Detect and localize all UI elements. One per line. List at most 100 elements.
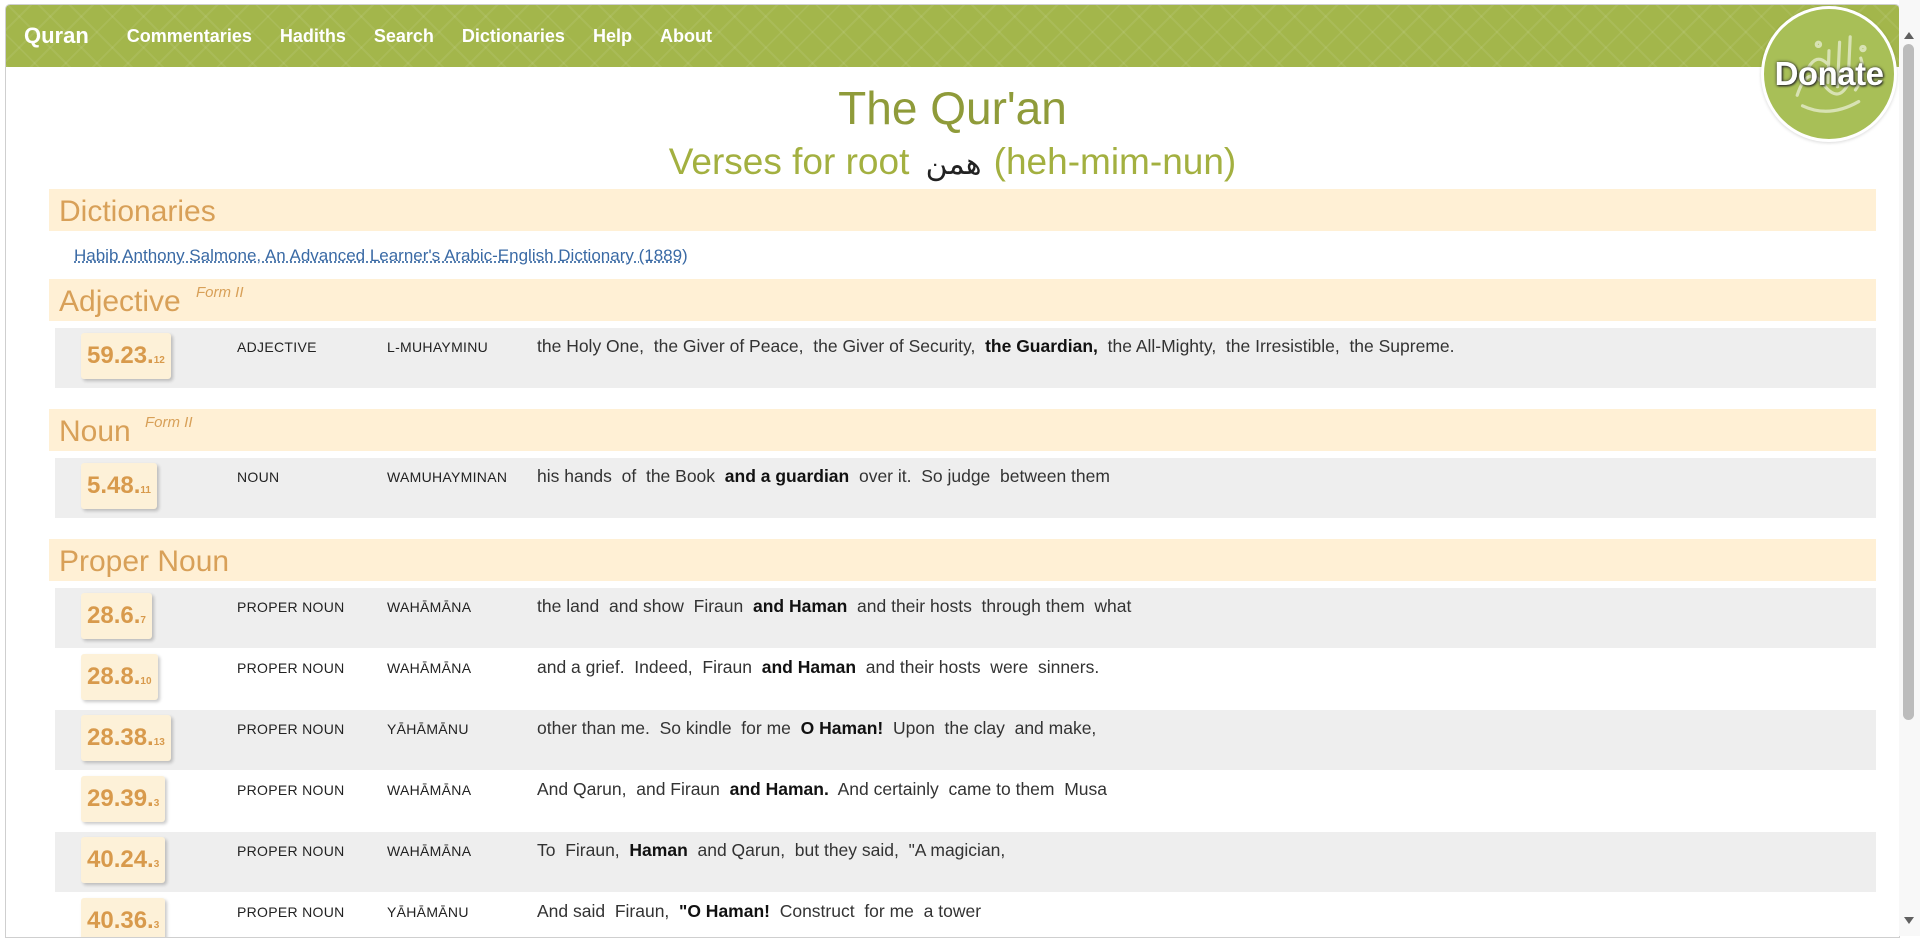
browser-viewport: Quran Commentaries Hadiths Search Dictio…: [5, 4, 1900, 938]
highlighted-word: Haman: [629, 840, 687, 860]
section-form-label: Form II: [145, 414, 193, 431]
verse-row: 28.38.13 PROPER NOUN YĀHĀMĀNU other than me…: [55, 710, 1876, 770]
page-title: The Qur'an: [6, 81, 1899, 135]
translation-text: Construct for me a tower: [770, 901, 981, 921]
verse-number: 28.38.: [87, 724, 154, 751]
word-number: 7: [140, 615, 146, 626]
verse-translation: the land and show Firaun and Haman and t…: [537, 596, 1131, 617]
subtitle-prefix: Verses for root: [669, 141, 910, 182]
scroll-down-icon[interactable]: [1904, 917, 1914, 924]
scrollbar-thumb[interactable]: [1903, 44, 1914, 720]
root-arabic: همن: [926, 147, 982, 182]
highlighted-word: the Guardian,: [985, 336, 1098, 356]
word-transliteration: YĀHĀMĀNU: [387, 904, 469, 920]
section-title: Dictionaries: [59, 195, 216, 229]
translation-text: Upon the clay and make,: [883, 718, 1096, 738]
word-transliteration: L-MUHAYMINU: [387, 339, 488, 355]
nav-dictionaries[interactable]: Dictionaries: [462, 26, 565, 47]
verse-row: 28.6.7 PROPER NOUN WAHĀMĀNA the land and sh…: [55, 588, 1876, 648]
verse-number: 28.6.: [87, 602, 140, 629]
nav-about[interactable]: About: [660, 26, 712, 47]
section-title: Noun: [59, 415, 131, 449]
highlighted-word: and Haman: [753, 596, 847, 616]
nav-help[interactable]: Help: [593, 26, 632, 47]
verse-translation: the Holy One, the Giver of Peace, the Gi…: [537, 336, 1455, 357]
nav-commentaries[interactable]: Commentaries: [127, 26, 252, 47]
vertical-scrollbar[interactable]: [1899, 0, 1920, 936]
verse-number: 40.36.: [87, 907, 154, 934]
verse-number: 29.39.: [87, 785, 154, 812]
section-header-proper-noun: Proper Noun: [49, 539, 1876, 581]
word-transliteration: YĀHĀMĀNU: [387, 721, 469, 737]
dictionaries-section-header: Dictionaries: [49, 189, 1876, 231]
word-number: 3: [154, 859, 160, 870]
highlighted-word: and a guardian: [725, 466, 849, 486]
word-number: 12: [154, 355, 165, 366]
part-of-speech: PROPER NOUN: [237, 904, 345, 920]
part-of-speech: PROPER NOUN: [237, 843, 345, 859]
verse-number: 59.23.: [87, 342, 154, 369]
page-subtitle: Verses for root همن (heh-mim-nun): [6, 141, 1899, 183]
section-form-label: Form II: [196, 284, 244, 301]
salmone-dictionary-link[interactable]: Habib Anthony Salmone, An Advanced Learn…: [74, 246, 688, 266]
highlighted-word: O Haman!: [801, 718, 884, 738]
verse-reference-link[interactable]: 29.39.3: [81, 776, 165, 822]
translation-text: and a grief. Indeed, Firaun: [537, 657, 762, 677]
highlighted-word: "O Haman!: [679, 901, 770, 921]
highlighted-word: and Haman: [762, 657, 856, 677]
verse-number: 40.24.: [87, 846, 154, 873]
word-transliteration: WAHĀMĀNA: [387, 660, 471, 676]
translation-text: and their hosts were sinners.: [856, 657, 1099, 677]
translation-text: the Holy One, the Giver of Peace, the Gi…: [537, 336, 985, 356]
scroll-up-icon[interactable]: [1904, 32, 1914, 39]
section-title: Adjective: [59, 285, 181, 319]
word-number: 13: [154, 737, 165, 748]
part-of-speech: ADJECTIVE: [237, 339, 317, 355]
verse-translation: To Firaun, Haman and Qarun, but they sai…: [537, 840, 1005, 861]
word-number: 10: [140, 676, 151, 687]
verse-reference-link[interactable]: 5.48.11: [81, 463, 157, 509]
word-transliteration: WAHĀMĀNA: [387, 599, 471, 615]
verse-translation: his hands of the Book and a guardian ove…: [537, 466, 1110, 487]
part-of-speech: NOUN: [237, 469, 279, 485]
translation-text: the land and show Firaun: [537, 596, 753, 616]
translation-text: his hands of the Book: [537, 466, 725, 486]
word-transliteration: WAHĀMĀNA: [387, 843, 471, 859]
word-number: 3: [154, 920, 160, 931]
translation-text: And certainly came to them Musa: [829, 779, 1107, 799]
part-of-speech: PROPER NOUN: [237, 782, 345, 798]
translation-text: and Qarun, but they said, "A magician,: [688, 840, 1006, 860]
verse-row: 29.39.3 PROPER NOUN WAHĀMĀNA And Qarun, and…: [55, 771, 1876, 831]
word-transliteration: WAHĀMĀNA: [387, 782, 471, 798]
verse-reference-link[interactable]: 28.6.7: [81, 593, 152, 639]
translation-text: the All-Mighty, the Irresistible, the Su…: [1098, 336, 1455, 356]
verse-reference-link[interactable]: 40.24.3: [81, 837, 165, 883]
root-transliteration: (heh-mim-nun): [994, 141, 1237, 182]
verse-reference-link[interactable]: 28.38.13: [81, 715, 171, 761]
verse-row: 28.8.10 PROPER NOUN WAHĀMĀNA and a grief. I…: [55, 649, 1876, 709]
translation-text: And said Firaun,: [537, 901, 679, 921]
nav-search[interactable]: Search: [374, 26, 434, 47]
part-of-speech: PROPER NOUN: [237, 599, 345, 615]
verse-reference-link[interactable]: 40.36.3: [81, 898, 165, 938]
section-header-noun: Noun Form II: [49, 409, 1876, 451]
verse-reference-link[interactable]: 59.23.12: [81, 333, 171, 379]
verse-row: 5.48.11 NOUN WAMUHAYMINAN his hands of the …: [55, 458, 1876, 518]
part-of-speech: PROPER NOUN: [237, 721, 345, 737]
top-navbar: Quran Commentaries Hadiths Search Dictio…: [6, 5, 1899, 67]
translation-text: and their hosts through them what: [847, 596, 1131, 616]
verse-number: 5.48.: [87, 472, 140, 499]
verse-row: 40.36.3 PROPER NOUN YĀHĀMĀNU And said Firau…: [55, 893, 1876, 938]
translation-text: over it. So judge between them: [849, 466, 1110, 486]
word-number: 11: [140, 485, 151, 496]
part-of-speech: PROPER NOUN: [237, 660, 345, 676]
translation-text: To Firaun,: [537, 840, 629, 860]
verse-reference-link[interactable]: 28.8.10: [81, 654, 158, 700]
verse-number: 28.8.: [87, 663, 140, 690]
verse-translation: and a grief. Indeed, Firaun and Haman an…: [537, 657, 1099, 678]
nav-hadiths[interactable]: Hadiths: [280, 26, 346, 47]
brand-link-quran[interactable]: Quran: [24, 23, 89, 49]
section-header-adjective: Adjective Form II: [49, 279, 1876, 321]
highlighted-word: and Haman.: [730, 779, 829, 799]
section-title: Proper Noun: [59, 545, 229, 579]
